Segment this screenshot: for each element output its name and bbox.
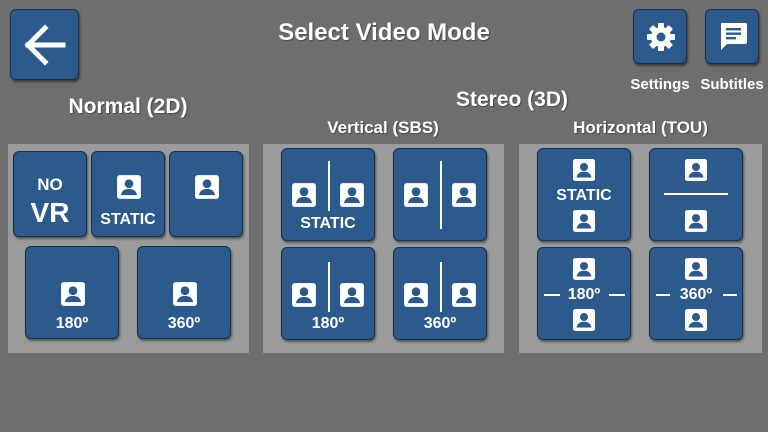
normal-360-button[interactable]: 360º xyxy=(137,246,231,339)
person-icon xyxy=(194,174,220,200)
subtitles-button[interactable] xyxy=(705,9,759,64)
person-icon-bottom xyxy=(572,308,596,332)
person-icon xyxy=(116,174,142,200)
gear-icon xyxy=(647,23,675,51)
tou-divider xyxy=(664,193,728,195)
no-vr-button[interactable]: NO VR xyxy=(13,151,87,237)
tou-divider-right xyxy=(723,294,737,296)
sbs-divider xyxy=(328,262,330,312)
normal-static-label: STATIC xyxy=(100,211,156,228)
person-icon-top xyxy=(572,257,596,281)
no-vr-top-label: NO xyxy=(37,175,63,194)
tou-180-button[interactable]: 180º xyxy=(537,247,631,340)
sbs-180-button[interactable]: 180º xyxy=(281,247,375,340)
tou-static-button[interactable]: STATIC xyxy=(537,148,631,241)
tou-360-button[interactable]: 360º xyxy=(649,247,743,340)
subtitles-icon xyxy=(721,23,747,50)
person-icon-left xyxy=(403,282,429,308)
vertical-sbs-title: Vertical (SBS) xyxy=(327,118,439,137)
sbs-360-label: 360º xyxy=(423,315,457,332)
horizontal-tou-title: Horizontal (TOU) xyxy=(573,118,708,137)
person-icon-right xyxy=(451,282,477,308)
sbs-360-button[interactable]: 360º xyxy=(393,247,487,340)
sbs-divider xyxy=(440,161,442,229)
person-icon-bottom xyxy=(572,209,596,233)
normal-flat-button[interactable] xyxy=(169,151,243,237)
normal-180-button[interactable]: 180º xyxy=(25,246,119,339)
no-vr-bottom-label: VR xyxy=(30,197,70,228)
normal-180-label: 180º xyxy=(55,315,89,332)
person-icon-right xyxy=(339,282,365,308)
sbs-static-button[interactable]: STATIC xyxy=(281,148,375,241)
settings-button[interactable] xyxy=(633,9,687,64)
normal-360-label: 360º xyxy=(167,315,201,332)
person-icon-top xyxy=(572,158,596,182)
person-icon-bottom xyxy=(684,209,708,233)
person-icon-left xyxy=(291,282,317,308)
stereo-3d-title: Stereo (3D) xyxy=(455,88,569,111)
person-icon-bottom xyxy=(684,308,708,332)
tou-divider-right xyxy=(609,294,625,296)
person-icon-right xyxy=(339,182,365,208)
person-icon-top xyxy=(684,257,708,281)
sbs-180-label: 180º xyxy=(311,315,345,332)
normal-static-button[interactable]: STATIC xyxy=(91,151,165,237)
sbs-divider xyxy=(440,262,442,312)
sbs-divider xyxy=(328,161,330,211)
tou-flat-button[interactable] xyxy=(649,148,743,241)
person-icon-top xyxy=(684,158,708,182)
person-icon-right xyxy=(451,182,477,208)
sbs-flat-button[interactable] xyxy=(393,148,487,241)
person-icon xyxy=(172,281,198,307)
person-icon-left xyxy=(403,182,429,208)
person-icon xyxy=(60,281,86,307)
tou-static-label: STATIC xyxy=(556,187,612,204)
sbs-static-label: STATIC xyxy=(300,215,356,232)
person-icon-left xyxy=(291,182,317,208)
normal-2d-title: Normal (2D) xyxy=(68,95,188,118)
